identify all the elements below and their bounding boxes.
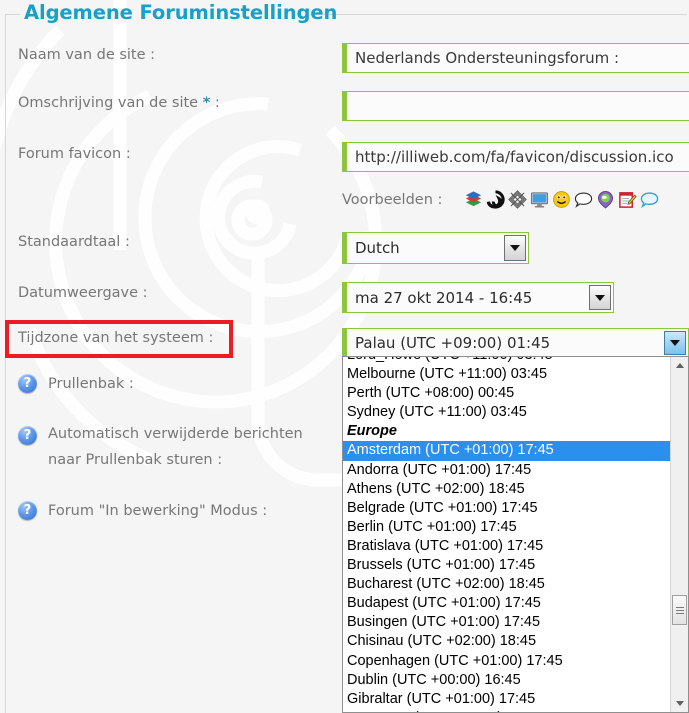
auto-trash-label: Automatisch verwijderde berichten naar P… bbox=[48, 426, 303, 468]
chat-bubble-icon[interactable] bbox=[640, 190, 659, 209]
spiral-icon[interactable] bbox=[486, 190, 505, 209]
trash-label: Prullenbak : bbox=[48, 376, 134, 392]
favicon-label: Forum favicon : bbox=[18, 146, 131, 162]
page-title: Algemene Foruminstellingen bbox=[24, 1, 338, 24]
chevron-down-icon bbox=[670, 340, 680, 346]
chevron-down-icon bbox=[510, 245, 520, 251]
notepad-pencil-icon[interactable] bbox=[618, 190, 637, 209]
default-language-label: Standaardtaal : bbox=[18, 234, 130, 250]
lattice-icon[interactable] bbox=[508, 190, 527, 209]
timezone-dropdown-list[interactable]: Lord_Howe (UTC +11:00) 03:45Melbourne (U… bbox=[342, 356, 689, 713]
favicon-examples-list bbox=[464, 190, 659, 209]
timezone-highlight-box bbox=[5, 320, 233, 358]
grip-line bbox=[675, 609, 684, 611]
examples-label: Voorbeelden : bbox=[342, 192, 443, 208]
timezone-option[interactable]: Copenhagen (UTC +01:00) 17:45 bbox=[343, 652, 671, 671]
scrollbar-thumb[interactable] bbox=[672, 595, 687, 625]
timezone-option[interactable]: Amsterdam (UTC +01:00) 17:45 bbox=[343, 441, 671, 461]
site-description-input[interactable] bbox=[342, 91, 689, 121]
timezone-option[interactable]: Sydney (UTC +11:00) 03:45 bbox=[343, 403, 671, 422]
timezone-option[interactable]: Berlin (UTC +01:00) 17:45 bbox=[343, 518, 671, 537]
speech-bubble-icon[interactable] bbox=[574, 190, 593, 209]
timezone-option[interactable]: Guernsey (UTC +00:00) 16:45 bbox=[343, 709, 671, 712]
maintenance-help-icon[interactable]: ? bbox=[18, 501, 37, 520]
timezone-option[interactable]: Busingen (UTC +01:00) 17:45 bbox=[343, 613, 671, 632]
chevron-down-icon bbox=[595, 294, 605, 301]
timezone-option[interactable]: Melbourne (UTC +11:00) 03:45 bbox=[343, 365, 671, 384]
default-language-value: Dutch bbox=[355, 239, 400, 257]
timezone-dropdown-scrollbar[interactable] bbox=[670, 357, 688, 712]
site-description-label-colon: : bbox=[214, 95, 220, 111]
scroll-up-button[interactable] bbox=[671, 357, 688, 374]
timezone-option[interactable]: Lord_Howe (UTC +11:00) 03:45 bbox=[343, 357, 671, 365]
timezone-option[interactable]: Athens (UTC +02:00) 18:45 bbox=[343, 480, 671, 499]
timezone-option[interactable]: Andorra (UTC +01:00) 17:45 bbox=[343, 461, 671, 480]
grip-line bbox=[675, 606, 684, 608]
timezone-option[interactable]: Budapest (UTC +01:00) 17:45 bbox=[343, 594, 671, 613]
timezone-select[interactable]: Palau (UTC +09:00) 01:45 bbox=[342, 328, 689, 358]
timezone-option[interactable]: Bratislava (UTC +01:00) 17:45 bbox=[343, 537, 671, 556]
required-asterisk: * bbox=[202, 95, 211, 111]
timezone-option[interactable]: Bucharest (UTC +02:00) 18:45 bbox=[343, 575, 671, 594]
timezone-option[interactable]: Gibraltar (UTC +01:00) 17:45 bbox=[343, 690, 671, 709]
site-name-input[interactable] bbox=[342, 43, 689, 73]
auto-trash-help-icon[interactable]: ? bbox=[18, 426, 37, 445]
scroll-down-button[interactable] bbox=[671, 695, 688, 712]
triangle-up-icon bbox=[675, 363, 684, 368]
books-icon[interactable] bbox=[464, 190, 483, 209]
monitor-icon[interactable] bbox=[530, 190, 549, 209]
timezone-option-container: Lord_Howe (UTC +11:00) 03:45Melbourne (U… bbox=[343, 357, 671, 712]
date-format-label: Datumweergave : bbox=[18, 285, 148, 301]
timezone-option[interactable]: Brussels (UTC +01:00) 17:45 bbox=[343, 556, 671, 575]
maintenance-label: Forum "In bewerking" Modus : bbox=[48, 503, 268, 519]
site-description-label-text: Omschrijving van de site bbox=[18, 95, 199, 111]
timezone-option[interactable]: Belgrade (UTC +01:00) 17:45 bbox=[343, 499, 671, 518]
smiley-icon[interactable] bbox=[552, 190, 571, 209]
forum-settings-page: Algemene Foruminstellingen Naam van de s… bbox=[0, 0, 689, 713]
timezone-option[interactable]: Dublin (UTC +00:00) 16:45 bbox=[343, 671, 671, 690]
globe-pin-icon[interactable] bbox=[596, 190, 615, 209]
trash-help-icon[interactable]: ? bbox=[18, 374, 37, 393]
timezone-option[interactable]: Chisinau (UTC +02:00) 18:45 bbox=[343, 632, 671, 651]
date-format-dropdown-button[interactable] bbox=[589, 285, 611, 310]
site-name-label: Naam van de site : bbox=[18, 47, 156, 63]
date-format-select[interactable]: ma 27 okt 2014 - 16:45 bbox=[342, 282, 614, 313]
timezone-value: Palau (UTC +09:00) 01:45 bbox=[355, 334, 551, 352]
timezone-option[interactable]: Perth (UTC +08:00) 00:45 bbox=[343, 384, 671, 403]
site-description-label: Omschrijving van de site * : bbox=[18, 95, 220, 111]
timezone-dropdown-button[interactable] bbox=[664, 331, 686, 355]
default-language-select[interactable]: Dutch bbox=[342, 232, 529, 264]
date-format-value: ma 27 okt 2014 - 16:45 bbox=[355, 288, 533, 307]
default-language-dropdown-button[interactable] bbox=[504, 235, 526, 261]
grip-line bbox=[675, 612, 684, 614]
favicon-input[interactable] bbox=[342, 142, 689, 172]
triangle-down-icon bbox=[675, 701, 684, 706]
timezone-option-group: Europe bbox=[347, 423, 397, 440]
